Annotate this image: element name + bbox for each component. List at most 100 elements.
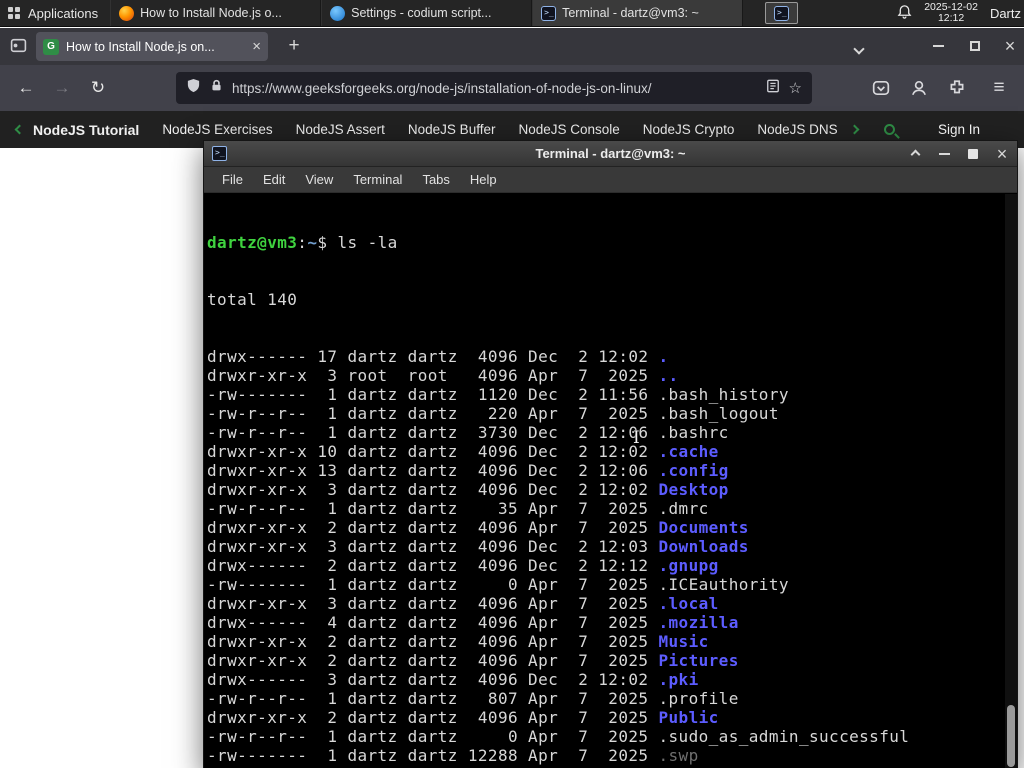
ls-file-name: .cache — [658, 442, 719, 461]
ls-file-name: .profile — [658, 689, 739, 708]
scrollbar-thumb[interactable] — [1007, 705, 1015, 767]
terminal-close-button[interactable]: × — [995, 145, 1009, 163]
terminal-icon — [541, 5, 557, 21]
ls-file-name: .bash_history — [658, 385, 789, 404]
ls-row: drwxr-xr-x 2 dartz dartz 4096 Apr 7 2025… — [207, 708, 1003, 727]
gfg-nav-item[interactable]: NodeJS Tutorial — [33, 122, 139, 138]
gfg-nav-item[interactable]: NodeJS DNS — [757, 122, 837, 137]
taskbar-item-label: Terminal - dartz@vm3: ~ — [562, 6, 699, 20]
ls-row: drwxr-xr-x 10 dartz dartz 4096 Dec 2 12:… — [207, 442, 1003, 461]
menu-view[interactable]: View — [295, 169, 343, 190]
extensions-icon[interactable] — [944, 76, 970, 100]
url-bar[interactable]: https://www.geeksforgeeks.org/node-js/in… — [176, 72, 812, 104]
menu-edit[interactable]: Edit — [253, 169, 295, 190]
back-button[interactable]: ← — [12, 75, 40, 101]
menu-icon[interactable]: ≡ — [986, 76, 1012, 100]
applications-menu[interactable]: Applications — [0, 0, 110, 26]
ls-row: -rw-r--r-- 1 dartz dartz 3730 Dec 2 12:0… — [207, 423, 1003, 442]
terminal-listing: drwx------ 17 dartz dartz 4096 Dec 2 12:… — [207, 347, 1003, 768]
terminal-scrollbar[interactable] — [1005, 194, 1017, 768]
ls-row: drwxr-xr-x 3 root root 4096 Apr 7 2025 .… — [207, 366, 1003, 385]
applications-icon — [8, 6, 21, 20]
ls-file-name: .config — [658, 461, 729, 480]
terminal-titlebar[interactable]: Terminal - dartz@vm3: ~ × — [204, 141, 1017, 167]
new-tab-button[interactable]: + — [281, 33, 307, 59]
taskbar-item-label: How to Install Node.js o... — [140, 6, 282, 20]
ls-row: -rw-r--r-- 1 dartz dartz 0 Apr 7 2025 .s… — [207, 727, 1003, 746]
panel-user[interactable]: Dartz — [990, 6, 1021, 21]
nav-scroll-left-icon[interactable] — [14, 124, 25, 135]
ls-meta: -rw-r--r-- 1 dartz dartz 807 Apr 7 2025 — [207, 689, 659, 708]
panel-date: 2025-12-02 — [924, 0, 978, 13]
settings-icon — [330, 5, 346, 21]
reload-button[interactable]: ↻ — [84, 75, 112, 101]
ls-row: -rw------- 1 dartz dartz 0 Apr 7 2025 .I… — [207, 575, 1003, 594]
gfg-nav-item[interactable]: NodeJS Exercises — [162, 122, 272, 137]
taskbar-item-terminal[interactable]: Terminal - dartz@vm3: ~ — [532, 0, 744, 26]
terminal-screen[interactable]: dartz@vm3:~$ ls -la total 140 drwx------… — [204, 194, 1017, 768]
list-all-tabs-icon[interactable] — [853, 40, 865, 58]
taskbar-item-label: Settings - codium script... — [351, 6, 492, 20]
search-icon[interactable] — [884, 124, 895, 135]
bookmark-star-icon[interactable]: ☆ — [789, 79, 802, 97]
gfg-nav-item[interactable]: NodeJS Buffer — [408, 122, 496, 137]
ls-meta: drwx------ 3 dartz dartz 4096 Dec 2 12:0… — [207, 670, 659, 689]
ls-row: drwx------ 4 dartz dartz 4096 Apr 7 2025… — [207, 613, 1003, 632]
browser-tab[interactable]: G How to Install Node.js on... × — [36, 32, 268, 61]
ls-row: drwx------ 3 dartz dartz 4096 Dec 2 12:0… — [207, 670, 1003, 689]
ls-row: -rw-r--r-- 1 dartz dartz 807 Apr 7 2025 … — [207, 689, 1003, 708]
ls-row: drwxr-xr-x 2 dartz dartz 4096 Apr 7 2025… — [207, 632, 1003, 651]
ls-file-name: .gnupg — [658, 556, 719, 575]
menu-file[interactable]: File — [212, 169, 253, 190]
ls-file-name: .sudo_as_admin_successful — [658, 727, 910, 746]
firefox-icon — [119, 5, 135, 21]
menu-help[interactable]: Help — [460, 169, 507, 190]
terminal-menubar: File Edit View Terminal Tabs Help — [204, 167, 1017, 193]
ls-file-name: . — [658, 347, 669, 366]
gfg-nav-items: NodeJS Tutorial NodeJS Exercises NodeJS As… — [33, 122, 843, 138]
gfg-nav-item[interactable]: NodeJS Crypto — [643, 122, 735, 137]
terminal-title: Terminal - dartz@vm3: ~ — [535, 146, 686, 161]
gfg-nav-item[interactable]: NodeJS Assert — [296, 122, 385, 137]
account-icon[interactable] — [906, 76, 932, 100]
nav-scroll-right-icon[interactable] — [849, 124, 860, 135]
menu-terminal[interactable]: Terminal — [343, 169, 412, 190]
tracking-shield-icon[interactable] — [186, 78, 201, 98]
url-text[interactable]: https://www.geeksforgeeks.org/node-js/in… — [232, 81, 757, 96]
gfg-nav-item[interactable]: NodeJS Console — [518, 122, 619, 137]
ls-meta: drwxr-xr-x 13 dartz dartz 4096 Dec 2 12:… — [207, 461, 659, 480]
ls-meta: drwxr-xr-x 2 dartz dartz 4096 Apr 7 2025 — [207, 632, 659, 651]
browser-tab-strip: G How to Install Node.js on... × + × — [0, 28, 1024, 65]
ls-meta: drwxr-xr-x 2 dartz dartz 4096 Apr 7 2025 — [207, 651, 659, 670]
pocket-icon[interactable] — [868, 76, 894, 100]
forward-button[interactable]: → — [48, 75, 76, 101]
ls-file-name: .pki — [658, 670, 699, 689]
ls-row: drwxr-xr-x 3 dartz dartz 4096 Dec 2 12:0… — [207, 537, 1003, 556]
ls-file-name: Public — [658, 708, 719, 727]
terminal-maximize-button[interactable] — [966, 147, 980, 161]
lock-icon[interactable] — [210, 79, 223, 97]
firefox-view-icon[interactable] — [10, 37, 27, 59]
panel-time: 12:12 — [937, 12, 965, 24]
ls-meta: drwx------ 2 dartz dartz 4096 Dec 2 12:1… — [207, 556, 659, 575]
panel-clock[interactable]: 2025-12-02 12:12 — [924, 0, 978, 25]
ls-file-name: Music — [658, 632, 709, 651]
terminal-shade-button[interactable] — [908, 147, 922, 161]
reader-mode-icon[interactable] — [766, 79, 780, 98]
terminal-launcher[interactable] — [765, 2, 798, 24]
notification-bell-icon[interactable] — [897, 4, 912, 22]
window-maximize-button[interactable] — [962, 33, 988, 59]
window-close-button[interactable]: × — [997, 33, 1023, 59]
window-minimize-button[interactable] — [925, 33, 951, 59]
taskbar-item-settings[interactable]: Settings - codium script... — [321, 0, 533, 26]
taskbar-item-firefox[interactable]: How to Install Node.js o... — [110, 0, 322, 26]
ls-meta: -rw-r--r-- 1 dartz dartz 220 Apr 7 2025 — [207, 404, 659, 423]
tab-close-icon[interactable]: × — [252, 39, 261, 54]
sign-in-button[interactable]: Sign In — [938, 122, 980, 137]
ls-meta: -rw------- 1 dartz dartz 1120 Dec 2 11:5… — [207, 385, 659, 404]
ls-row: drwx------ 2 dartz dartz 4096 Dec 2 12:1… — [207, 556, 1003, 575]
menu-tabs[interactable]: Tabs — [412, 169, 459, 190]
ls-row: drwxr-xr-x 2 dartz dartz 4096 Apr 7 2025… — [207, 518, 1003, 537]
terminal-window: Terminal - dartz@vm3: ~ × FileEditViewTe… — [203, 140, 1018, 768]
terminal-minimize-button[interactable] — [937, 147, 951, 161]
